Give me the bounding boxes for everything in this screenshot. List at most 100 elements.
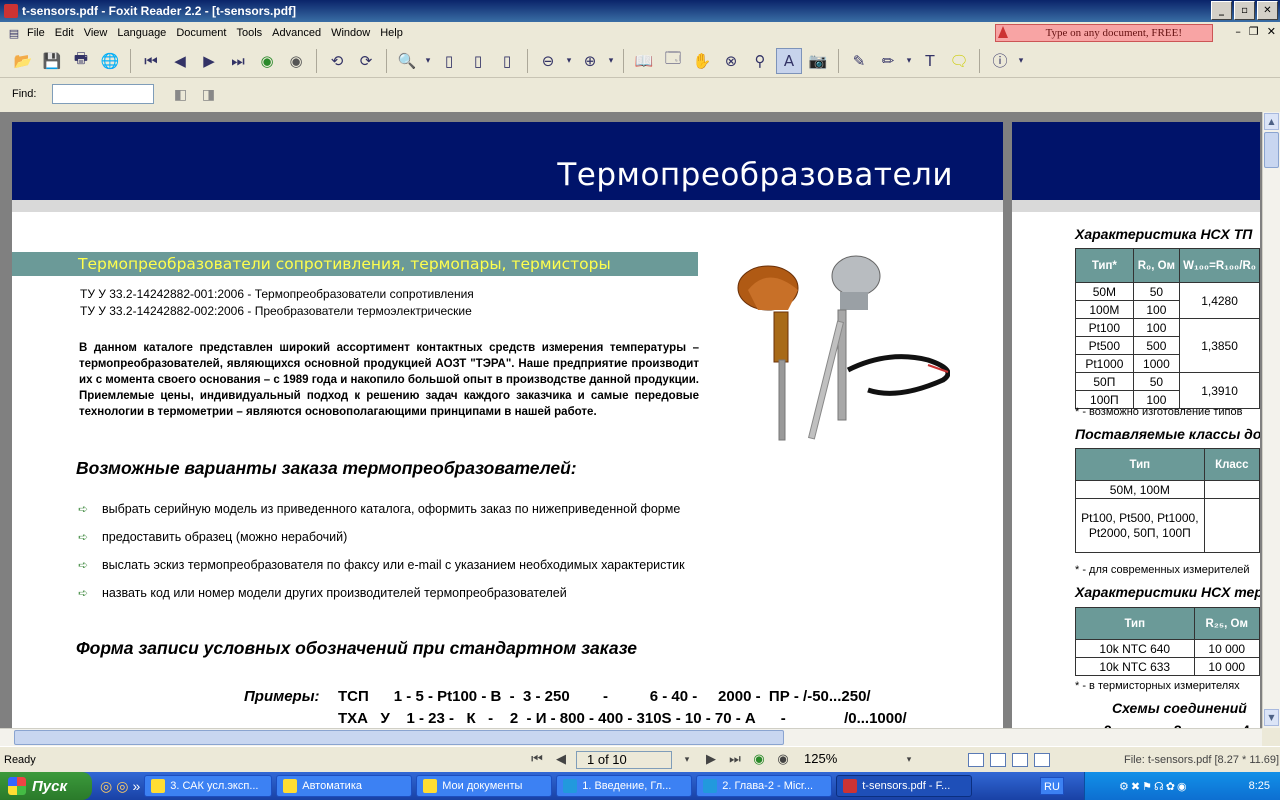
close-button[interactable]: ✕ xyxy=(1257,1,1278,20)
facing-icon[interactable] xyxy=(1012,752,1028,767)
document-viewport[interactable]: Термопреобразователи Термопреобразовател… xyxy=(0,112,1280,728)
last-page-button[interactable]: ⏭ xyxy=(726,752,744,767)
info-icon[interactable]: ⓘ xyxy=(987,48,1013,74)
table-cell: 100 xyxy=(1132,300,1181,319)
first-page-button[interactable]: ⏮ xyxy=(528,752,546,767)
back-icon[interactable]: ◉ xyxy=(254,48,280,74)
taskbar-button[interactable]: Автоматика xyxy=(276,775,413,797)
mdi-close-button[interactable]: ✕ xyxy=(1267,25,1276,38)
menu-file[interactable]: File xyxy=(22,25,50,41)
menu-advanced[interactable]: Advanced xyxy=(267,25,326,41)
continuous-icon[interactable] xyxy=(990,752,1006,767)
menu-view[interactable]: View xyxy=(79,25,113,41)
taskbar-button[interactable]: 2. Глава-2 - Micr... xyxy=(696,775,833,797)
menu-language[interactable]: Language xyxy=(112,25,171,41)
mdi-restore-button[interactable]: ❐ xyxy=(1249,25,1259,38)
prev-page-button[interactable]: ◀ xyxy=(552,752,570,767)
last-page-icon[interactable]: ⏭ xyxy=(225,48,251,74)
find-input[interactable] xyxy=(52,84,155,104)
menu-tools[interactable]: Tools xyxy=(231,25,267,41)
rotate-cw-icon[interactable]: ⟳ xyxy=(353,48,379,74)
chevron-down-icon[interactable]: ▾ xyxy=(900,755,918,765)
fit-page-icon[interactable]: ▯ xyxy=(465,48,491,74)
find-bar: Find: ◧ ◨ xyxy=(0,79,1280,109)
quicklaunch-icon[interactable]: ◎ xyxy=(116,778,128,795)
menu-window[interactable]: Window xyxy=(326,25,375,41)
back-button[interactable]: ◉ xyxy=(750,752,768,767)
vertical-scrollbar[interactable]: ▲ ▼ xyxy=(1262,112,1280,728)
scroll-down-icon[interactable]: ▼ xyxy=(1264,709,1279,726)
ad-banner[interactable]: Type on any document, FREE! xyxy=(995,24,1213,42)
note-icon[interactable]: 🗨 xyxy=(946,48,972,74)
chevron-down-icon[interactable]: ▾ xyxy=(678,755,696,765)
hand-tool-icon[interactable]: ✋ xyxy=(689,48,715,74)
language-indicator[interactable]: RU xyxy=(1040,777,1064,795)
snapshot-icon[interactable]: ⊗ xyxy=(718,48,744,74)
window-icon[interactable]: 🗔 xyxy=(660,48,686,74)
menu-document[interactable]: Document xyxy=(171,25,231,41)
chevron-down-icon[interactable]: ▾ xyxy=(423,48,433,74)
highlight-icon[interactable]: ✏ xyxy=(875,48,901,74)
taskbar-button[interactable]: Мои документы xyxy=(416,775,553,797)
typewriter-icon[interactable]: ✎ xyxy=(846,48,872,74)
table-cell: 50 xyxy=(1132,282,1181,301)
menu-help[interactable]: Help xyxy=(375,25,408,41)
menu-edit[interactable]: Edit xyxy=(50,25,79,41)
maximize-button[interactable]: ▫ xyxy=(1234,1,1255,20)
horizontal-scrollbar[interactable] xyxy=(0,728,1262,746)
chevron-down-icon[interactable]: ▾ xyxy=(564,48,574,74)
windows-logo-icon xyxy=(8,777,26,795)
text-tool-icon[interactable]: T xyxy=(917,48,943,74)
intro-paragraph: В данном каталоге представлен широкий ас… xyxy=(79,342,699,418)
web-icon[interactable]: 🌐 xyxy=(97,48,123,74)
quicklaunch-more-icon[interactable]: » xyxy=(132,778,140,795)
next-page-button[interactable]: ▶ xyxy=(702,752,720,767)
start-button[interactable]: Пуск xyxy=(0,772,92,800)
tray-icons[interactable]: ⚙✖⚑☊✿◉ xyxy=(1119,780,1189,793)
chevron-down-icon[interactable]: ▾ xyxy=(1016,48,1026,74)
table-cell: 10k NTC 633 xyxy=(1075,657,1195,676)
zoom-field[interactable]: 125% xyxy=(798,751,894,769)
text-select-icon[interactable]: A xyxy=(776,47,802,74)
quicklaunch-icon[interactable]: ◎ xyxy=(100,778,112,795)
horizontal-scroll-thumb[interactable] xyxy=(14,730,784,745)
rotate-ccw-icon[interactable]: ⟲ xyxy=(324,48,350,74)
save-icon[interactable]: 💾 xyxy=(39,48,65,74)
status-bar: Ready ⏮ ◀ 1 of 10 ▾ ▶ ⏭ ◉ ◉ 125% ▾ File:… xyxy=(0,746,1280,772)
print-icon[interactable]: 🖶 xyxy=(68,48,94,74)
table-cell: 10 000 xyxy=(1193,639,1260,658)
actual-size-icon[interactable]: ▯ xyxy=(436,48,462,74)
camera-icon[interactable]: 📷 xyxy=(805,48,831,74)
zoom-icon[interactable]: 🔍 xyxy=(394,48,420,74)
chevron-down-icon[interactable]: ▾ xyxy=(606,48,616,74)
find-binoculars-icon[interactable]: ⚲ xyxy=(747,48,773,74)
table-cell: 100М xyxy=(1075,300,1134,319)
continuous-facing-icon[interactable] xyxy=(1034,752,1050,767)
next-page-icon[interactable]: ▶ xyxy=(196,48,222,74)
taskbar-button[interactable]: 3. САК усл.эксп... xyxy=(144,775,273,797)
find-prev-icon[interactable]: ◧ xyxy=(170,84,190,104)
forward-icon[interactable]: ◉ xyxy=(283,48,309,74)
classes-table: Тип Класс 50М, 100М Pt100, Pt500, Pt1000… xyxy=(1075,448,1260,553)
table-cell: 1,4280 xyxy=(1179,282,1260,319)
zoom-in-icon[interactable]: ⊕ xyxy=(577,48,603,74)
prev-page-icon[interactable]: ◀ xyxy=(167,48,193,74)
minimize-button[interactable]: _ xyxy=(1211,1,1232,20)
fit-width-icon[interactable]: ▯ xyxy=(494,48,520,74)
vertical-scroll-thumb[interactable] xyxy=(1264,132,1279,168)
taskbar-button-label: Автоматика xyxy=(302,780,362,792)
taskbar-button[interactable]: 1. Введение, Гл... xyxy=(556,775,693,797)
single-page-icon[interactable] xyxy=(968,752,984,767)
bookmarks-icon[interactable]: 📖 xyxy=(631,48,657,74)
mdi-minimize-button[interactable]: – xyxy=(1235,25,1241,38)
chevron-down-icon[interactable]: ▾ xyxy=(904,48,914,74)
taskbar-button-active[interactable]: t-sensors.pdf - F... xyxy=(836,775,973,797)
page-number-field[interactable]: 1 of 10 xyxy=(576,750,672,769)
table-cell: Pt100, Pt500, Pt1000, Pt2000, 50П, 100П xyxy=(1075,498,1205,553)
find-next-icon[interactable]: ◨ xyxy=(198,84,218,104)
first-page-icon[interactable]: ⏮ xyxy=(138,48,164,74)
open-icon[interactable]: 📂 xyxy=(10,48,36,74)
zoom-out-icon[interactable]: ⊖ xyxy=(535,48,561,74)
forward-button[interactable]: ◉ xyxy=(774,752,792,767)
scroll-up-icon[interactable]: ▲ xyxy=(1264,113,1279,130)
